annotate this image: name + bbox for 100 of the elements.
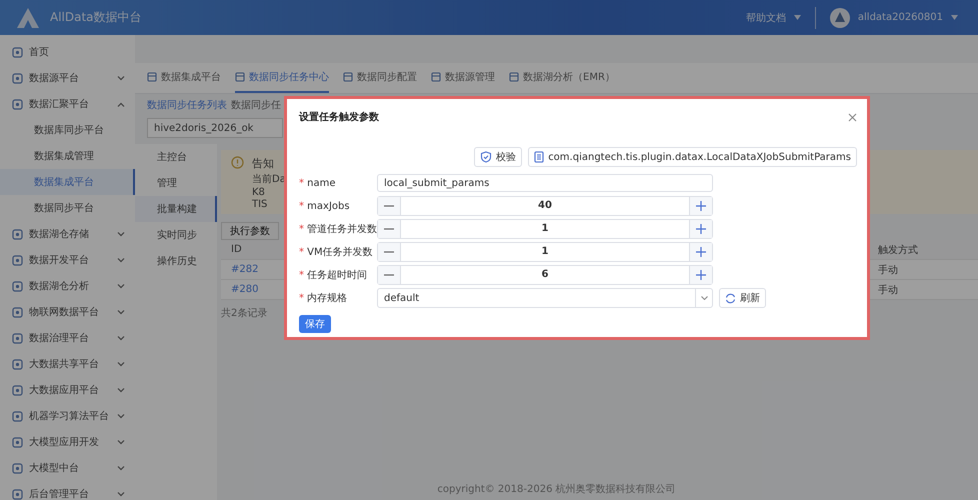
window-icon xyxy=(235,72,245,82)
minus-button[interactable] xyxy=(378,197,401,215)
sidebar-item[interactable]: 数据湖仓存储 xyxy=(0,221,135,247)
name-field[interactable]: local_submit_params xyxy=(377,174,713,192)
menu-icon xyxy=(12,384,23,396)
menu-icon xyxy=(12,228,23,240)
table-cell[interactable]: #280 xyxy=(231,284,258,295)
plus-button[interactable] xyxy=(689,197,712,215)
field-label: * VM任务并发数 xyxy=(299,246,374,259)
field-label: * maxJobs xyxy=(299,200,351,212)
sidebar-item[interactable]: 数据源平台 xyxy=(0,65,135,91)
sidebar-item[interactable]: 物联网数据平台 xyxy=(0,299,135,325)
menu-icon xyxy=(12,358,23,370)
menu-icon xyxy=(12,46,23,58)
menu-icon xyxy=(12,436,23,448)
minus-button[interactable] xyxy=(378,266,401,284)
menu-icon xyxy=(12,72,23,84)
memory-select[interactable]: default xyxy=(377,288,713,308)
sidebar-item[interactable]: 大数据应用平台 xyxy=(0,377,135,403)
sidebar-item[interactable]: 数据湖仓分析 xyxy=(0,273,135,299)
tab[interactable]: 数据同步配置 xyxy=(343,63,417,93)
menu-icon xyxy=(12,332,23,344)
sidebar-item[interactable]: 数据开发平台 xyxy=(0,247,135,273)
field-label: * name xyxy=(299,178,337,188)
verify-button[interactable]: 校验 xyxy=(474,147,522,167)
inner-menu-item[interactable]: 主控台 xyxy=(135,144,217,170)
chevron-icon xyxy=(117,388,125,392)
sub-tab[interactable]: 数据同步任 xyxy=(231,98,281,114)
chevron-icon xyxy=(117,232,125,236)
number-stepper[interactable]: 1 xyxy=(377,242,713,262)
sidebar-item[interactable]: 大模型应用开发 xyxy=(0,429,135,455)
field-label: * 内存规格 xyxy=(299,292,348,305)
number-stepper[interactable]: 40 xyxy=(377,196,713,216)
number-stepper[interactable]: 1 xyxy=(377,219,713,239)
menu-icon xyxy=(12,462,23,474)
menu-icon xyxy=(12,98,23,110)
plus-button[interactable] xyxy=(689,243,712,261)
chevron-down-icon xyxy=(700,296,708,300)
caret-icon xyxy=(794,15,801,20)
tab[interactable]: 数据集成平台 xyxy=(147,63,221,93)
field-label: * 管道任务并发数 xyxy=(299,222,377,236)
notice-text: K8 xyxy=(252,187,266,198)
pagination-text: 共2条记录 xyxy=(221,306,268,320)
close-icon[interactable] xyxy=(848,112,857,122)
sidebar-subitem[interactable]: 数据集成平台 xyxy=(0,169,135,195)
sidebar-item[interactable]: 后台管理平台 xyxy=(0,481,135,500)
info-icon xyxy=(231,156,244,169)
sub-tab[interactable]: 数据同步任务列表 xyxy=(147,98,227,114)
shield-check-icon xyxy=(480,151,492,163)
inner-menu-item[interactable]: 批量构建 xyxy=(135,196,217,222)
sidebar-item[interactable]: 数据汇聚平台 xyxy=(0,91,135,117)
tab[interactable]: 数据源管理 xyxy=(431,63,495,93)
window-icon xyxy=(509,72,519,82)
sidebar-item[interactable]: 机器学习算法平台 xyxy=(0,403,135,429)
number-stepper[interactable]: 6 xyxy=(377,265,713,285)
inner-menu-item[interactable]: 操作历史 xyxy=(135,248,217,274)
refresh-icon xyxy=(725,292,736,304)
plus-icon xyxy=(696,247,706,257)
document-icon xyxy=(534,151,544,163)
plus-icon xyxy=(696,201,706,211)
chevron-icon xyxy=(117,466,125,470)
chevron-icon xyxy=(117,284,125,288)
plus-button[interactable] xyxy=(689,266,712,284)
chevron-icon xyxy=(117,414,125,418)
chevron-icon xyxy=(117,258,125,262)
inner-menu-item[interactable]: 实时同步 xyxy=(135,222,217,248)
refresh-button[interactable]: 刷新 xyxy=(719,288,766,308)
table-cell[interactable]: #282 xyxy=(231,264,258,275)
chevron-icon xyxy=(117,102,125,106)
minus-button[interactable] xyxy=(378,243,401,261)
user-name[interactable]: alldata20260801 xyxy=(858,12,943,23)
tab[interactable]: 数据湖分析（EMR） xyxy=(509,63,615,93)
chevron-icon xyxy=(117,310,125,314)
avatar-icon[interactable] xyxy=(830,8,850,28)
sidebar-subitem[interactable]: 数据同步平台 xyxy=(0,195,135,221)
save-button[interactable]: 保存 xyxy=(299,315,331,333)
sidebar-subitem[interactable]: 数据集成管理 xyxy=(0,143,135,169)
plus-button[interactable] xyxy=(689,220,712,238)
tab[interactable]: 数据同步任务中心 xyxy=(235,63,329,93)
pipeline-select[interactable]: hive2doris_2026_ok xyxy=(147,118,283,138)
chevron-icon xyxy=(117,440,125,444)
minus-icon xyxy=(384,251,394,253)
sidebar-item[interactable]: 首页 xyxy=(0,39,135,65)
params-button[interactable]: 执行参数 xyxy=(221,222,279,240)
sidebar-item[interactable]: 数据治理平台 xyxy=(0,325,135,351)
sidebar-subitem[interactable]: 数据库同步平台 xyxy=(0,117,135,143)
window-icon xyxy=(147,72,157,82)
inner-menu-item[interactable]: 管理 xyxy=(135,170,217,196)
plugin-button[interactable]: com.qiangtech.tis.plugin.datax.LocalDataXJobSubmitParams xyxy=(528,147,857,167)
sidebar-item[interactable]: 大数据共享平台 xyxy=(0,351,135,377)
window-icon xyxy=(343,72,353,82)
menu-icon xyxy=(12,280,23,292)
minus-icon xyxy=(384,205,394,207)
help-docs-link[interactable]: 帮助文档 xyxy=(746,10,786,24)
sidebar-item[interactable]: 大模型中台 xyxy=(0,455,135,481)
minus-button[interactable] xyxy=(378,220,401,238)
menu-icon xyxy=(12,410,23,422)
plus-icon xyxy=(696,270,706,280)
caret-icon xyxy=(951,15,958,20)
menu-icon xyxy=(12,254,23,266)
